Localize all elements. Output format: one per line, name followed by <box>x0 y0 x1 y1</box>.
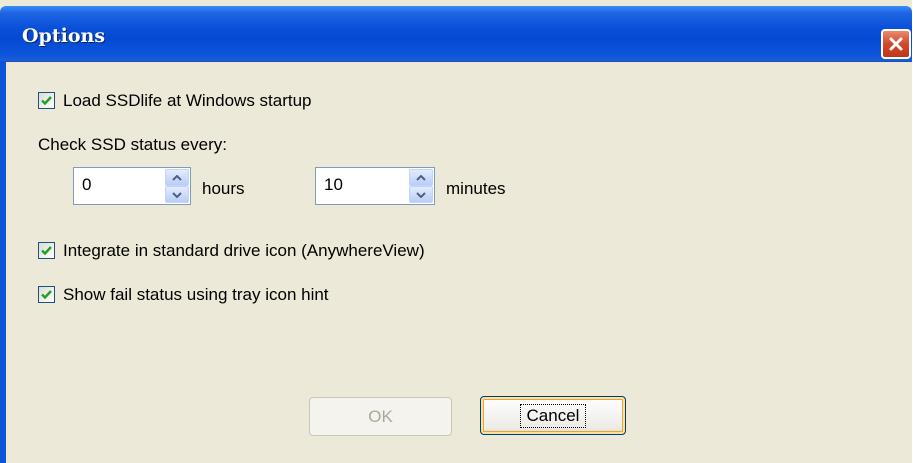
hours-up-button[interactable] <box>165 169 189 186</box>
close-icon <box>889 37 903 51</box>
check-mark-icon <box>41 96 52 106</box>
window-frame-left <box>0 61 6 463</box>
options-dialog: Options Load SSDlife at Windows startup … <box>0 0 912 463</box>
title-bar[interactable]: Options <box>0 6 912 61</box>
arrow-up-icon <box>172 174 182 181</box>
load-at-startup-checkbox[interactable] <box>38 92 55 109</box>
check-status-label: Check SSD status every: <box>38 135 227 154</box>
close-button[interactable] <box>881 29 911 59</box>
minutes-input[interactable]: 10 <box>324 175 343 195</box>
cancel-button-label: Cancel <box>519 403 587 428</box>
integrate-drive-icon-checkbox[interactable] <box>38 242 55 259</box>
check-mark-icon <box>41 290 52 300</box>
cancel-button[interactable]: Cancel <box>480 396 626 435</box>
minutes-unit-label: minutes <box>446 179 506 198</box>
minutes-spinner[interactable]: 10 <box>315 167 435 205</box>
show-fail-status-label[interactable]: Show fail status using tray icon hint <box>63 285 329 305</box>
hours-input[interactable]: 0 <box>82 175 91 195</box>
load-at-startup-label[interactable]: Load SSDlife at Windows startup <box>63 91 312 111</box>
integrate-drive-icon-label[interactable]: Integrate in standard drive icon (Anywhe… <box>63 241 425 261</box>
minutes-down-button[interactable] <box>409 186 433 203</box>
hours-unit-label: hours <box>202 179 245 198</box>
show-fail-status-checkbox[interactable] <box>38 286 55 303</box>
hours-down-button[interactable] <box>165 186 189 203</box>
hours-spinner[interactable]: 0 <box>73 167 191 205</box>
window-title: Options <box>22 25 106 47</box>
minutes-up-button[interactable] <box>409 169 433 186</box>
arrow-down-icon <box>416 191 426 198</box>
ok-button-label: OK <box>368 406 393 426</box>
title-bar-divider <box>6 61 912 62</box>
arrow-up-icon <box>416 174 426 181</box>
ok-button[interactable]: OK <box>309 397 452 436</box>
arrow-down-icon <box>172 191 182 198</box>
check-mark-icon <box>41 246 52 256</box>
